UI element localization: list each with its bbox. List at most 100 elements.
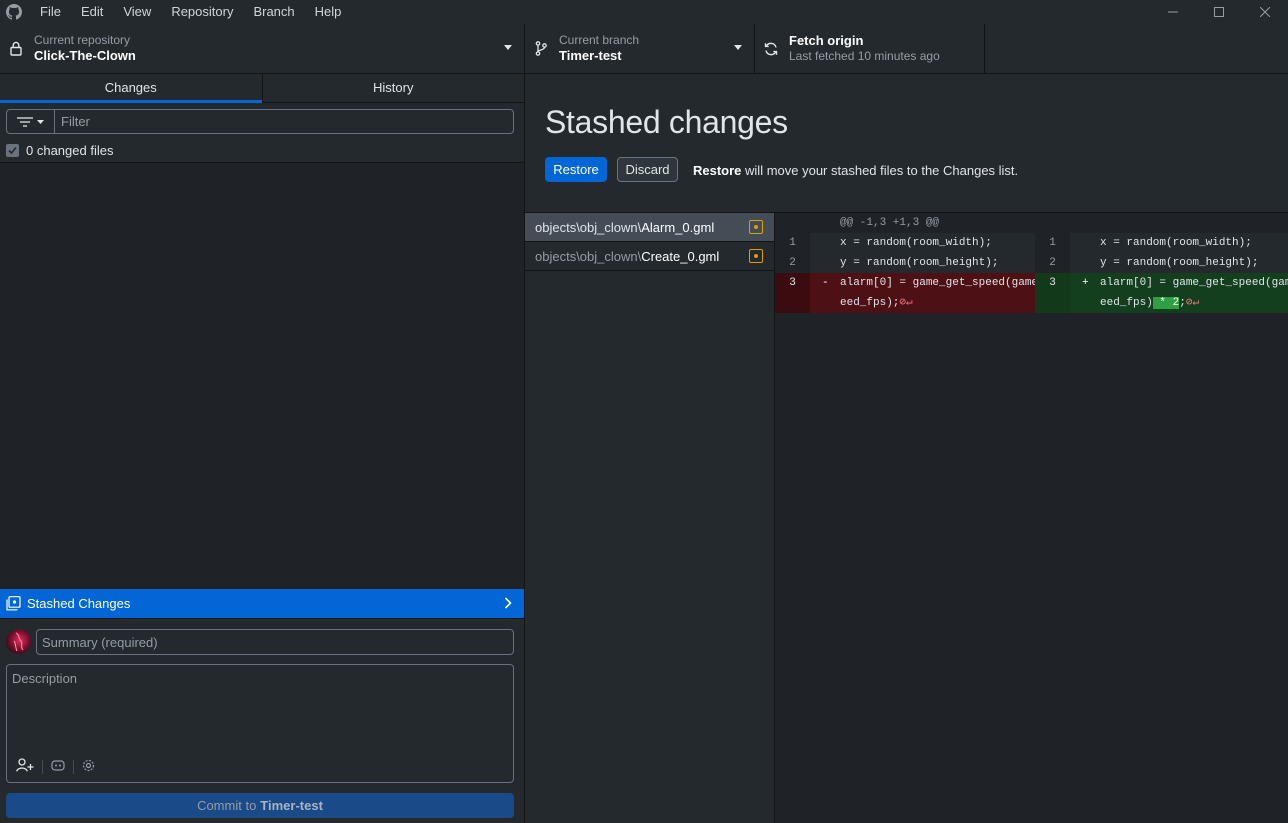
restore-hint: Restore will move your stashed files to … (693, 163, 1018, 178)
modified-icon (749, 249, 763, 263)
stash-icon (6, 596, 21, 611)
filter-row (6, 109, 514, 134)
line-number: 2 (775, 253, 810, 273)
code-line: alarm[0] = game_get_speed(games (1100, 273, 1288, 293)
description-box (6, 664, 514, 783)
diff-line: 2 y = random(room_height); 2 y = random(… (775, 253, 1288, 273)
branch-label: Current branch (559, 33, 640, 47)
added-highlight: * 2 (1152, 297, 1180, 309)
sidebar: Changes History 0 changed files Stashed … (0, 74, 525, 823)
no-newline-icon: ⊘↵ (899, 297, 913, 309)
changed-files-row: 0 changed files (0, 138, 524, 163)
add-coauthor-icon[interactable] (16, 758, 34, 775)
filter-options-button[interactable] (7, 110, 55, 133)
github-logo-icon (0, 0, 28, 24)
description-tools (16, 758, 95, 775)
commit-form: Commit toTimer-test (0, 618, 524, 823)
deleted-line: 3 - alarm[0] = game_get_speed(gamesp (775, 273, 1035, 293)
divider (73, 759, 74, 774)
tab-changes[interactable]: Changes (0, 74, 262, 103)
diff-line-changed-wrap: eed_fps);⊘↵ eed_fps) * 2;⊘↵ (775, 293, 1288, 313)
filter-icon (17, 116, 33, 127)
menu-repository[interactable]: Repository (161, 0, 243, 24)
title-bar: File Edit View Repository Branch Help (0, 0, 1288, 24)
file-item-alarm[interactable]: objects\obj_clown\Alarm_0.gml (525, 213, 774, 242)
stash-file-list: objects\obj_clown\Alarm_0.gml objects\ob… (525, 213, 775, 823)
gear-icon[interactable] (82, 759, 95, 775)
stashed-changes-button[interactable]: Stashed Changes (0, 589, 524, 618)
stash-panel: Stashed changes Restore Discard Restore … (525, 74, 1288, 823)
sync-icon (757, 41, 785, 57)
sidebar-tabs: Changes History (0, 74, 524, 103)
menu-branch[interactable]: Branch (243, 0, 304, 24)
branch-icon (527, 41, 555, 56)
menu-edit[interactable]: Edit (71, 0, 113, 24)
file-item-create[interactable]: objects\obj_clown\Create_0.gml (525, 242, 774, 271)
diff-line: 1 x = random(room_width); 1 x = random(r… (775, 233, 1288, 253)
code-line: eed_fps); (840, 297, 900, 309)
code-line: x = random(room_width); (840, 237, 992, 249)
close-button[interactable] (1242, 0, 1288, 24)
window-controls (1150, 0, 1288, 24)
commit-button[interactable]: Commit to Timer-test (6, 793, 514, 818)
file-dir: objects\obj_clown\ (535, 219, 642, 235)
line-number: 3 (1035, 273, 1070, 293)
commit-branch: Timer-test (260, 798, 323, 813)
code-line: x = random(room_width); (1100, 237, 1252, 249)
code-line: alarm[0] = game_get_speed(gamesp (840, 273, 1035, 293)
minimize-button[interactable] (1150, 0, 1196, 24)
current-repository-dropdown[interactable]: Current repository Click-The-Clown (0, 24, 525, 73)
diff-view: @@ -1,3 +1,3 @@ 1 x = random(room_width)… (775, 213, 1288, 823)
file-dir: objects\obj_clown\ (535, 248, 642, 264)
divider (42, 759, 43, 774)
minimize-icon (1168, 11, 1178, 13)
fetch-origin-button[interactable]: Fetch origin Last fetched 10 minutes ago (755, 24, 985, 73)
added-line: 3 + alarm[0] = game_get_speed(games (1035, 273, 1288, 293)
summary-input[interactable] (36, 629, 514, 655)
menu-view[interactable]: View (113, 0, 161, 24)
menu-bar: File Edit View Repository Branch Help (30, 0, 351, 24)
code-line: ; (1179, 297, 1186, 309)
menu-file[interactable]: File (30, 0, 71, 24)
caret-down-icon (734, 45, 742, 50)
description-input[interactable] (7, 665, 513, 751)
changed-files-count: 0 changed files (26, 142, 114, 158)
current-branch-dropdown[interactable]: Current branch Timer-test (525, 24, 755, 73)
fetch-title: Fetch origin (789, 33, 864, 48)
caret-down-icon (37, 119, 44, 124)
caret-down-icon (504, 45, 512, 50)
page-title: Stashed changes (545, 104, 788, 140)
file-name: Alarm_0.gml (641, 219, 715, 235)
select-all-checkbox[interactable] (6, 143, 19, 157)
plus-mark: + (1070, 273, 1100, 293)
line-number: 2 (1035, 253, 1070, 273)
filter-input[interactable] (55, 110, 513, 133)
deleted-line-wrap: eed_fps);⊘↵ (775, 293, 1035, 313)
code-line: eed_fps) (1100, 297, 1153, 309)
changes-list (0, 163, 524, 589)
tab-history[interactable]: History (261, 74, 525, 102)
line-number: 3 (775, 273, 810, 293)
lock-icon (2, 41, 30, 56)
modified-icon (749, 220, 763, 234)
stash-diff: objects\obj_clown\Alarm_0.gml objects\ob… (525, 212, 1288, 823)
repo-label: Current repository (34, 33, 131, 47)
diff-line-changed: 3 - alarm[0] = game_get_speed(gamesp 3 +… (775, 273, 1288, 293)
restore-button[interactable]: Restore (545, 157, 607, 182)
line-number: 1 (775, 233, 810, 253)
discard-button[interactable]: Discard (617, 157, 678, 182)
repo-name: Click-The-Clown (34, 48, 136, 63)
close-icon (1260, 7, 1270, 17)
copilot-icon[interactable] (51, 759, 65, 774)
stashed-changes-label: Stashed Changes (27, 596, 131, 611)
hunk-text: @@ -1,3 +1,3 @@ (840, 217, 940, 229)
last-fetched: Last fetched 10 minutes ago (789, 49, 940, 63)
check-icon (8, 146, 17, 154)
line-number: 1 (1035, 233, 1070, 253)
menu-help[interactable]: Help (305, 0, 352, 24)
commit-prefix: Commit to (197, 798, 257, 813)
added-line-wrap: eed_fps) * 2;⊘↵ (1035, 293, 1288, 313)
code-line: y = random(room_height); (1100, 257, 1259, 269)
maximize-button[interactable] (1196, 0, 1242, 24)
restore-hint-text: will move your stashed files to the Chan… (741, 163, 1019, 178)
